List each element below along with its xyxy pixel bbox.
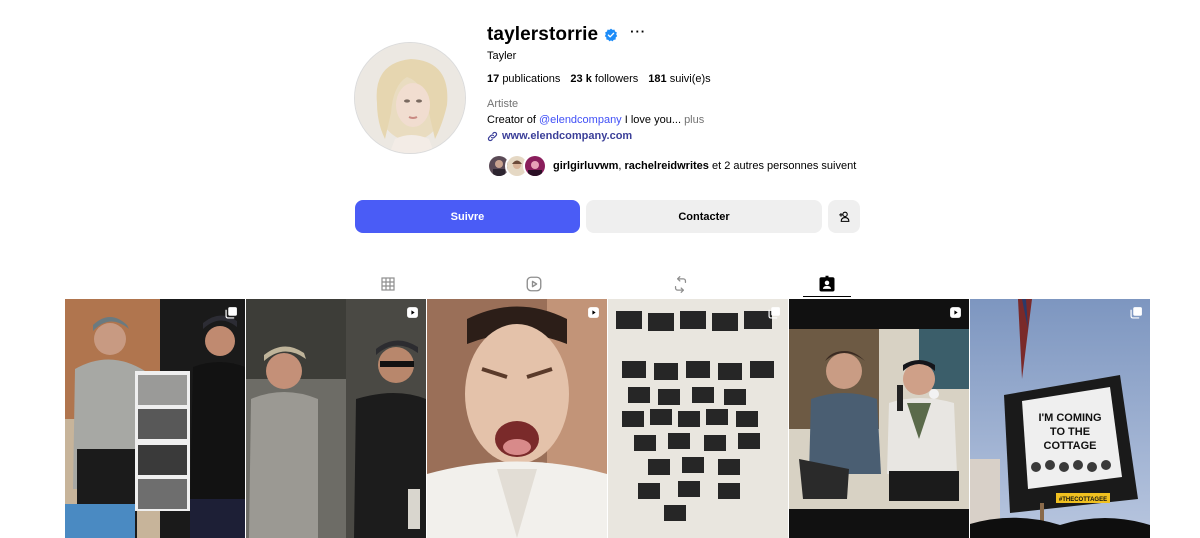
website-link[interactable]: www.elendcompany.com: [487, 130, 987, 142]
profile-bio: Creator of @elendcompany I love you... p…: [487, 114, 705, 126]
bio-mention-link[interactable]: @elendcompany: [539, 114, 622, 126]
suggest-people-button[interactable]: [828, 200, 860, 233]
add-person-icon: [838, 211, 849, 222]
profile-tabs: [0, 268, 1200, 299]
svg-text:I'M COMING: I'M COMING: [1038, 412, 1101, 424]
active-tab-indicator: [803, 296, 851, 297]
posts-stat[interactable]: 17 publications: [487, 73, 560, 85]
reel-icon: [407, 307, 418, 318]
verified-badge-icon: [604, 28, 618, 42]
post-thumbnail[interactable]: [789, 299, 969, 538]
svg-text:COTTAGE: COTTAGE: [1044, 440, 1097, 452]
tab-reposts[interactable]: [670, 274, 690, 294]
tab-tagged[interactable]: [817, 274, 837, 294]
tagged-icon: [819, 275, 835, 292]
post-thumbnail[interactable]: [427, 299, 607, 538]
profile-info: taylerstorrie ··· Tayler 17 publications…: [487, 22, 987, 178]
follower-name-2[interactable]: rachelreidwrites: [625, 160, 709, 172]
follower-avatars: [487, 154, 547, 178]
follow-button[interactable]: Suivre: [355, 200, 580, 233]
tab-reels[interactable]: [524, 274, 544, 294]
grid-icon: [381, 277, 395, 291]
followed-by[interactable]: girlgirluvwm, rachelreidwrites et 2 autr…: [487, 154, 987, 178]
post-thumbnail[interactable]: I'M COMING TO THE COTTAGE #THECOTTAGEE: [970, 299, 1150, 538]
following-stat[interactable]: 181 suivi(e)s: [648, 73, 710, 85]
post-thumbnail[interactable]: [65, 299, 245, 538]
reposts-icon: [674, 275, 686, 293]
profile-stats: 17 publications 23 k followers 181 suivi…: [487, 73, 987, 85]
username: taylerstorrie: [487, 24, 599, 45]
carousel-icon: [225, 307, 237, 319]
more-options-button[interactable]: ···: [630, 25, 646, 43]
followers-stat[interactable]: 23 k followers: [570, 73, 638, 85]
reels-icon: [526, 276, 542, 292]
full-name: Tayler: [487, 50, 517, 62]
carousel-icon: [1130, 307, 1142, 319]
contact-button[interactable]: Contacter: [586, 200, 822, 233]
reel-icon: [588, 307, 599, 318]
follower-name-1[interactable]: girlgirluvwm: [553, 160, 618, 172]
post-thumbnail[interactable]: [246, 299, 426, 538]
follower-avatar: [523, 154, 547, 178]
svg-text:TO THE: TO THE: [1050, 426, 1090, 438]
reel-icon: [950, 307, 961, 318]
bio-more-link[interactable]: plus: [684, 114, 704, 126]
tab-posts[interactable]: [378, 274, 398, 294]
link-icon: [487, 131, 498, 141]
profile-category: Artiste: [487, 98, 519, 110]
posts-grid: I'M COMING TO THE COTTAGE #THECOTTAGEE: [65, 299, 1150, 538]
carousel-icon: [768, 307, 780, 319]
profile-avatar[interactable]: [354, 42, 466, 154]
svg-text:#THECOTTAGEE: #THECOTTAGEE: [1059, 497, 1107, 503]
post-thumbnail[interactable]: [608, 299, 788, 538]
